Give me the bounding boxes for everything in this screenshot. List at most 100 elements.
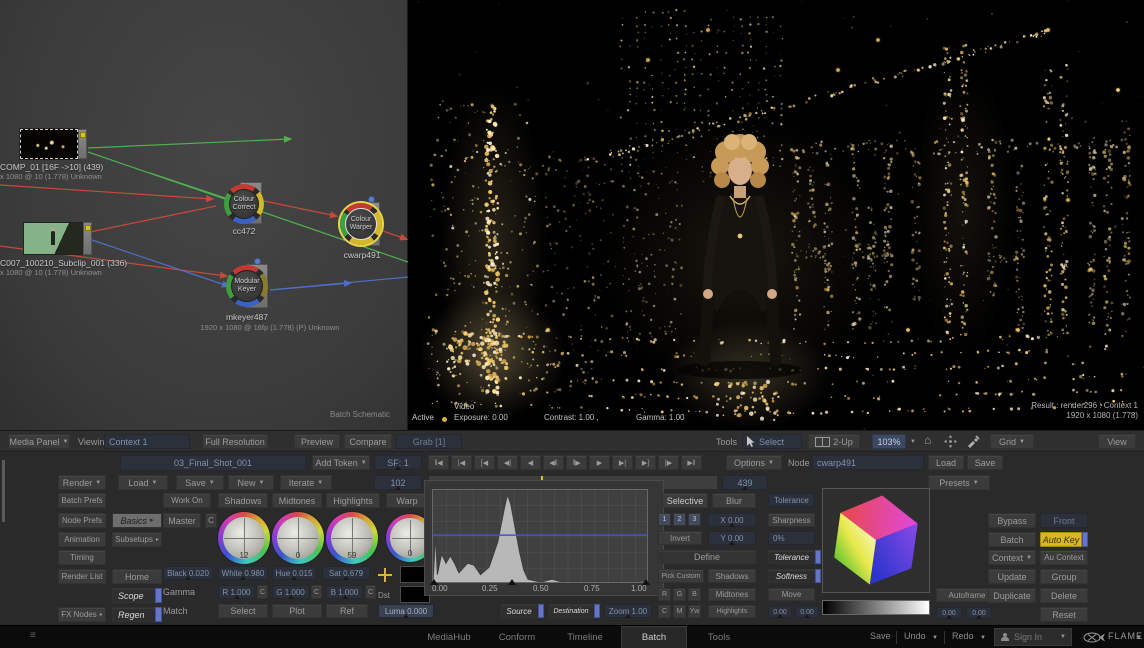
tab-timeline[interactable]: Timeline (553, 626, 617, 648)
define-shadows-button[interactable]: Shadows (708, 569, 756, 583)
node-save-button[interactable]: Save (967, 455, 1003, 470)
gamma-green-c-toggle[interactable]: C (311, 585, 322, 599)
source-slider[interactable] (538, 604, 544, 618)
current-frame-field[interactable]: 102 (374, 475, 422, 490)
luminance-gradient-bar[interactable] (822, 600, 930, 615)
histogram-marker-mid[interactable] (508, 579, 516, 585)
image-viewer[interactable]: Video Active Exposure: 0.00 Contrast: 1.… (408, 0, 1144, 430)
shadows-colour-wheel[interactable]: 12 (218, 512, 270, 564)
node-subclip-tab[interactable] (83, 222, 92, 255)
tab-tools[interactable]: Tools (691, 626, 747, 648)
colour-cube-panel[interactable] (822, 488, 930, 593)
zoom-dropdown-icon[interactable]: ▼ (910, 439, 916, 445)
destination-slider[interactable] (594, 604, 600, 618)
red-channel-toggle[interactable]: R (658, 588, 671, 601)
right-value1-field[interactable]: 0.00 (936, 607, 962, 619)
softness-mode-button[interactable]: Softness (768, 569, 815, 583)
node-subclip-thumbnail[interactable] (23, 222, 83, 255)
transport-prev-key-button[interactable]: |◀ (451, 455, 472, 470)
render-list-button[interactable]: Render List (58, 569, 106, 584)
yellow-channel-toggle[interactable]: Yw (688, 605, 701, 618)
context-button[interactable]: Context▼ (988, 550, 1036, 565)
reset-button[interactable]: Reset (1040, 607, 1088, 622)
transport-play-button[interactable]: ▶ (589, 455, 610, 470)
fx-nodes-button[interactable]: FX Nodes▸ (58, 607, 106, 622)
histogram-zoom-field[interactable]: Zoom 1.00 (604, 604, 652, 618)
transport-play-back-button[interactable]: ◀ (520, 455, 541, 470)
shot-name-field[interactable]: 03_Final_Shot_001 (120, 455, 306, 471)
preview-button[interactable]: Preview (294, 434, 340, 449)
black-level-field[interactable]: Black 0.020 (163, 566, 213, 580)
midtones-wheel-button[interactable]: Midtones (272, 493, 322, 508)
node-prefs-button[interactable]: Node Prefs (58, 513, 106, 528)
tolerance-mode-button[interactable]: Tolerance (768, 550, 815, 564)
transport-next-segment-button[interactable]: ▶] (635, 455, 656, 470)
eyedropper-icon[interactable] (966, 434, 980, 448)
front-field[interactable]: Front (1040, 513, 1088, 528)
menu-handle-icon[interactable]: ≡ (30, 630, 36, 641)
saturation-field[interactable]: Sat 0.679 (322, 566, 370, 580)
move-x-field[interactable]: 0.00 (768, 606, 792, 618)
zoom-level-field[interactable]: 103% (872, 434, 906, 449)
move-y-field[interactable]: 0.00 (795, 606, 819, 618)
redo-action[interactable]: Redo (952, 631, 974, 641)
master-c-toggle[interactable]: C (205, 513, 217, 528)
gamma-green-field[interactable]: G 1.000 (272, 585, 309, 599)
options-button[interactable]: Options▼ (726, 455, 782, 470)
transport-go-start-button[interactable]: ‖◀ (428, 455, 449, 470)
gamma-red-field[interactable]: R 1.000 (218, 585, 255, 599)
move-button[interactable]: Move (768, 588, 815, 601)
selective-x-field[interactable]: X 0.00 (708, 513, 756, 527)
highlights-wheel-button[interactable]: Highlights (326, 493, 380, 508)
tab-mediahub[interactable]: MediaHub (417, 626, 481, 648)
bypass-button[interactable]: Bypass (988, 513, 1036, 528)
batch-mode-button[interactable]: Batch (988, 532, 1036, 547)
start-frame-field[interactable]: SF: 1 (374, 455, 422, 470)
sharpness-button[interactable]: Sharpness (768, 513, 815, 527)
selective-button[interactable]: Selective (662, 493, 708, 508)
viewer-gamma[interactable]: Gamma: 1.00 (636, 413, 684, 422)
batch-schematic-panel[interactable]: COMP_01 [16F ->10] (439) x 1080 @ 10 (1.… (0, 0, 408, 430)
auto-key-button[interactable]: Auto Key (1040, 532, 1082, 547)
highlights-colour-wheel[interactable]: 59 (326, 512, 378, 564)
selective-1-button[interactable]: 1 (658, 513, 671, 526)
blue-channel-toggle[interactable]: B (688, 588, 701, 601)
save-action[interactable]: Save (870, 631, 891, 641)
transport-go-end-button[interactable]: ▶‖ (681, 455, 702, 470)
home-button[interactable]: Home (112, 569, 162, 584)
au-context-button[interactable]: Au Context (1040, 550, 1088, 565)
transport-step-back-button[interactable]: ◀‖ (543, 455, 564, 470)
master-button[interactable]: Master (163, 513, 201, 528)
softness-slider[interactable] (815, 569, 821, 583)
tab-batch[interactable]: Batch (621, 626, 687, 648)
auto-key-slider[interactable] (1082, 532, 1088, 547)
tolerance-slider[interactable] (815, 550, 821, 564)
basics-menu-button[interactable]: Basics▸ (112, 513, 162, 528)
viewer-exposure[interactable]: Exposure: 0.00 (454, 413, 508, 422)
node-name-field[interactable]: cwarp491 (812, 455, 924, 470)
percent-field[interactable]: 0% (768, 531, 815, 545)
select-tool-field[interactable]: Select (742, 434, 802, 449)
luma-field[interactable]: Luma 0.000 (378, 604, 434, 618)
timing-button[interactable]: Timing (58, 550, 106, 565)
update-button[interactable]: Update (988, 569, 1036, 584)
redo-dropdown-icon[interactable]: ▼ (980, 635, 986, 641)
selective-blur-button[interactable]: Blur (712, 493, 756, 508)
compare-button[interactable]: Compare (344, 434, 392, 449)
define-midtones-button[interactable]: Midtones (708, 588, 756, 601)
tolerance-field[interactable]: Tolerance (768, 493, 815, 507)
view-button[interactable]: View (1098, 434, 1136, 449)
histogram-source-button[interactable]: Source (501, 604, 537, 618)
selective-3-button[interactable]: 3 (688, 513, 701, 526)
scope-slider[interactable] (155, 588, 162, 603)
selective-y-field[interactable]: Y 0.00 (708, 531, 756, 545)
pan-fit-icon[interactable] (944, 435, 957, 448)
render-button[interactable]: Render▼ (58, 475, 106, 490)
node-colour-correct[interactable]: ColourCorrect (224, 184, 264, 224)
shadows-wheel-button[interactable]: Shadows (218, 493, 268, 508)
selective-2-button[interactable]: 2 (673, 513, 686, 526)
right-value2-field[interactable]: 0.00 (966, 607, 992, 619)
flame-dropdown-icon[interactable]: ▼ (1136, 635, 1142, 641)
two-up-button[interactable]: 2-Up (808, 434, 860, 449)
warp-button[interactable]: Warp (386, 493, 428, 508)
